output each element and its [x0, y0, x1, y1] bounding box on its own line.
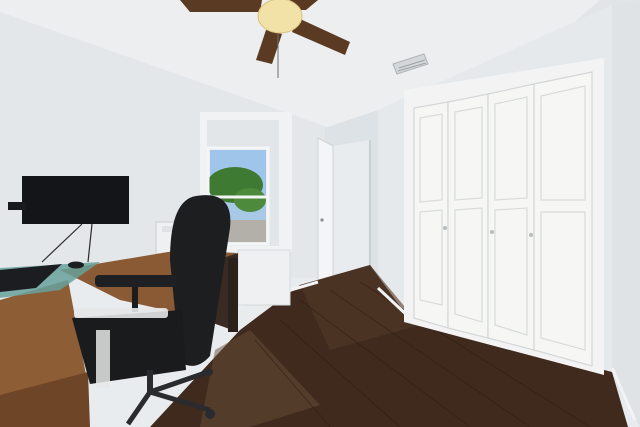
fan-blade-left [180, 0, 262, 12]
closet-door-4 [533, 71, 593, 367]
closet-doors [413, 71, 593, 367]
closet-knob-right [490, 230, 494, 234]
chair-seat [72, 310, 186, 384]
monitor-screen [22, 176, 129, 224]
mouse [68, 261, 84, 269]
open-door [317, 137, 334, 291]
room-photo [0, 0, 640, 427]
fan-light [257, 0, 303, 34]
chair-armrest [95, 275, 177, 287]
closet-door-1 [413, 101, 449, 329]
window-cabinet [237, 249, 291, 306]
right-corner-wall [612, 0, 640, 427]
closet-knob-left [443, 226, 447, 230]
hallway-opening [332, 140, 370, 274]
